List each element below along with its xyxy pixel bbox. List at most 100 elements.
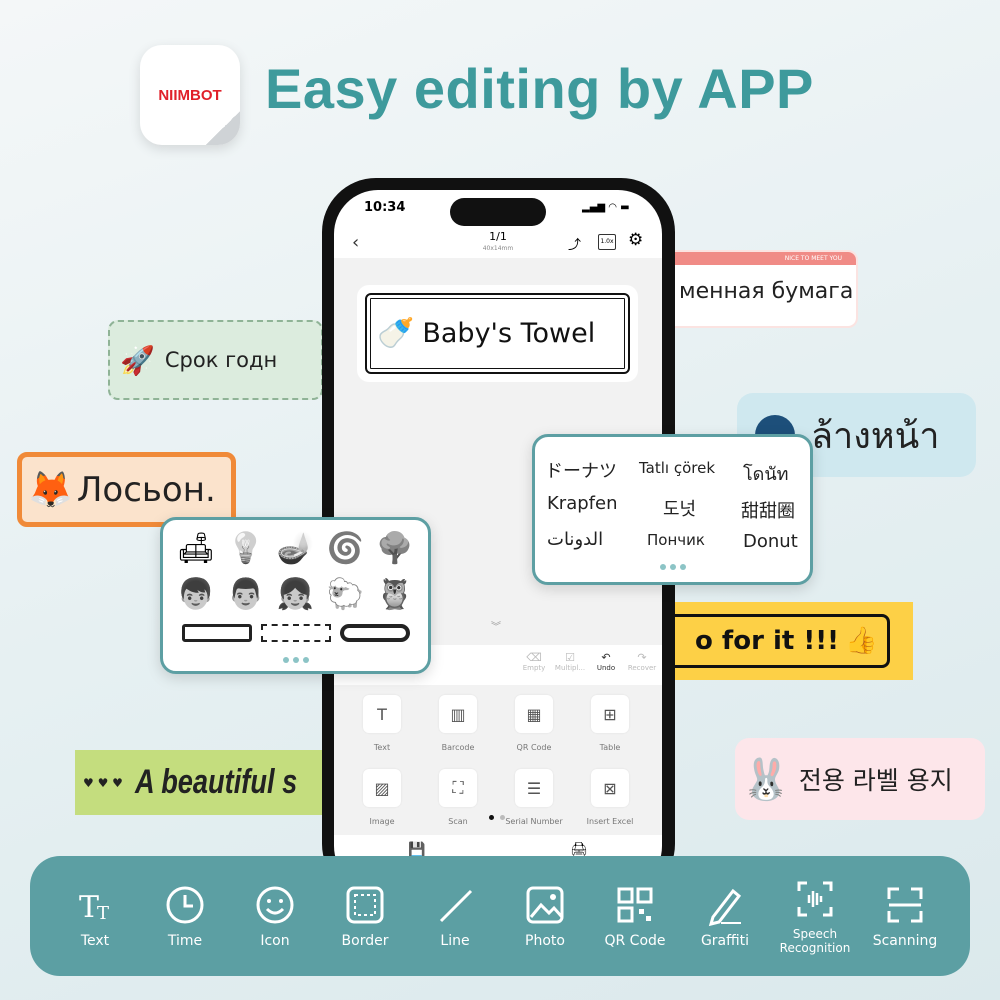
man-face-icon[interactable]: 👨 — [221, 572, 271, 618]
tool-label: Insert Excel — [586, 817, 634, 826]
rocket-icon: 🚀 — [120, 343, 155, 377]
tool-label: Image — [369, 817, 395, 826]
label-text: Лосьон. — [76, 469, 216, 510]
fan-icon[interactable]: 🌀 — [320, 526, 370, 572]
recover-button[interactable]: ↷ Recover — [626, 651, 658, 685]
label-size: 40x14mm — [482, 245, 514, 252]
feature-label: Line — [440, 933, 470, 949]
icon-library-card: 🛋 💡 🪔 🌀 🌳 👦 👨 👧 🐑 🦉 — [160, 517, 431, 674]
language-word: 도넛 — [663, 499, 697, 520]
chevron-down-icon[interactable]: ︾ — [491, 618, 501, 633]
ceiling-lamp-icon[interactable]: 💡 — [221, 526, 271, 572]
border-sample[interactable] — [181, 624, 252, 642]
tool-text[interactable]: T Text — [344, 695, 420, 761]
language-word: Krapfen — [547, 493, 618, 514]
label-text: Срок годн — [164, 348, 278, 372]
language-word: 甜甜圈 — [741, 501, 795, 522]
barcode-icon: ▥ — [439, 695, 477, 733]
tool-table[interactable]: ⊞ Table — [572, 695, 648, 761]
language-word: Tatlı çörek — [639, 459, 716, 477]
label-fox: 🦊 Лосьон. — [17, 452, 236, 527]
tool-label: Table — [599, 743, 621, 752]
feature-label: Border — [341, 933, 389, 949]
feature-speech-recognition: Speech Recognition — [775, 877, 855, 955]
feature-label: Text — [80, 933, 110, 949]
feature-time: Time — [145, 883, 225, 949]
clock-icon — [166, 886, 204, 924]
border-sample[interactable] — [339, 624, 410, 642]
thumbs-up-icon: 👍 — [844, 626, 878, 656]
logo-text: NIIMBOT — [158, 86, 222, 104]
tool-insert-excel[interactable]: ⊠ Insert Excel — [572, 769, 648, 835]
photo-icon — [526, 886, 564, 924]
feature-graffiti: Graffiti — [685, 883, 765, 949]
image-icon: ▨ — [363, 769, 401, 807]
empty-button[interactable]: ⌫ Empty — [518, 651, 550, 685]
multiple-button[interactable]: ☑ Multipl... — [554, 651, 586, 685]
tree-icon[interactable]: 🌳 — [370, 526, 420, 572]
sheep-icon[interactable]: 🐑 — [320, 572, 370, 618]
scan-icon — [887, 887, 923, 923]
excel-icon: ⊠ — [591, 769, 629, 807]
page-title: Easy editing by APP — [265, 57, 814, 120]
tool-barcode[interactable]: ▥ Barcode — [420, 695, 496, 761]
language-word: ドーナツ — [545, 461, 617, 482]
line-icon — [439, 889, 473, 923]
border-sample[interactable] — [260, 624, 331, 642]
tool-grid: T Text ▥ Barcode ▦ QR Code ⊞ Table ▨ Image ⛶ Scan ☰ S… — [334, 685, 662, 835]
text-icon: T — [363, 695, 401, 733]
carousel-dots — [163, 657, 428, 663]
smiley-icon — [256, 886, 294, 924]
feature-scanning: Scanning — [865, 883, 945, 949]
feature-icon: Icon — [235, 883, 315, 949]
pen-icon — [708, 888, 742, 927]
tool-serial-number[interactable]: ☰ Serial Number — [496, 769, 572, 835]
feature-photo: Photo — [505, 883, 585, 949]
dynamic-island — [450, 198, 546, 226]
label-rocket: 🚀 Срок годн — [108, 320, 323, 400]
label-preview[interactable]: 🍼 Baby's Towel — [357, 285, 638, 382]
rotate-icon[interactable]: ⤴ — [568, 234, 581, 253]
tool-qr-code[interactable]: ▦ QR Code — [496, 695, 572, 761]
feature-bar: T T Text Time Icon Border Line Photo QR Code Graf… — [30, 856, 970, 976]
feature-label: Scanning — [872, 933, 938, 949]
baby-bottle-icon: 🍼 — [377, 316, 415, 351]
label-beautiful: ♥ ♥ ♥ A beautiful s — [75, 750, 325, 815]
feature-label: Speech Recognition — [779, 927, 851, 955]
qr-code-icon — [617, 887, 653, 923]
owl-icon[interactable]: 🦉 — [370, 572, 420, 618]
bunny-planet-icon: 🐰 — [741, 756, 791, 803]
status-time: 10:34 — [364, 200, 406, 215]
table-lamp-icon[interactable]: 🪔 — [271, 526, 321, 572]
text-size-icon: TT — [79, 890, 109, 925]
feature-label: Icon — [260, 933, 290, 949]
label-korean: 🐰 전용 라벨 용지 — [735, 738, 985, 820]
settings-icon[interactable]: ⚙ — [628, 230, 643, 250]
boy-face-icon[interactable]: 👦 — [171, 572, 221, 618]
fox-icon: 🦊 — [28, 469, 73, 511]
scan-icon: ⛶ — [439, 769, 477, 807]
tool-label: Barcode — [441, 743, 475, 752]
label-text: A beautiful s — [134, 763, 298, 801]
back-button[interactable]: ‹ — [352, 232, 359, 253]
zoom-icon[interactable]: 1.0x — [598, 234, 616, 250]
border-samples — [163, 624, 428, 642]
language-word: Donut — [743, 531, 798, 552]
hearts-icon: ♥ ♥ ♥ — [83, 775, 123, 790]
tool-label: Serial Number — [505, 817, 563, 826]
tool-image[interactable]: ▨ Image — [344, 769, 420, 835]
label-russian-paper: NICE TO MEET YOU менная бумага — [665, 250, 858, 328]
sofa-icon[interactable]: 🛋 — [171, 526, 221, 572]
niimbot-logo: NIIMBOT — [140, 45, 240, 145]
label-text: менная бумага — [679, 279, 854, 304]
feature-label: Graffiti — [700, 933, 750, 949]
feature-label: QR Code — [604, 933, 666, 949]
tool-scan[interactable]: ⛶ Scan — [420, 769, 496, 835]
feature-qr-code: QR Code — [595, 883, 675, 949]
tool-label: QR Code — [516, 743, 552, 752]
carousel-dots — [535, 564, 810, 570]
label-text: ล้างหน้า — [811, 415, 940, 457]
undo-button[interactable]: ↶ Undo — [590, 651, 622, 685]
girl-face-icon[interactable]: 👧 — [271, 572, 321, 618]
label-text: o for it !!! — [695, 626, 839, 656]
